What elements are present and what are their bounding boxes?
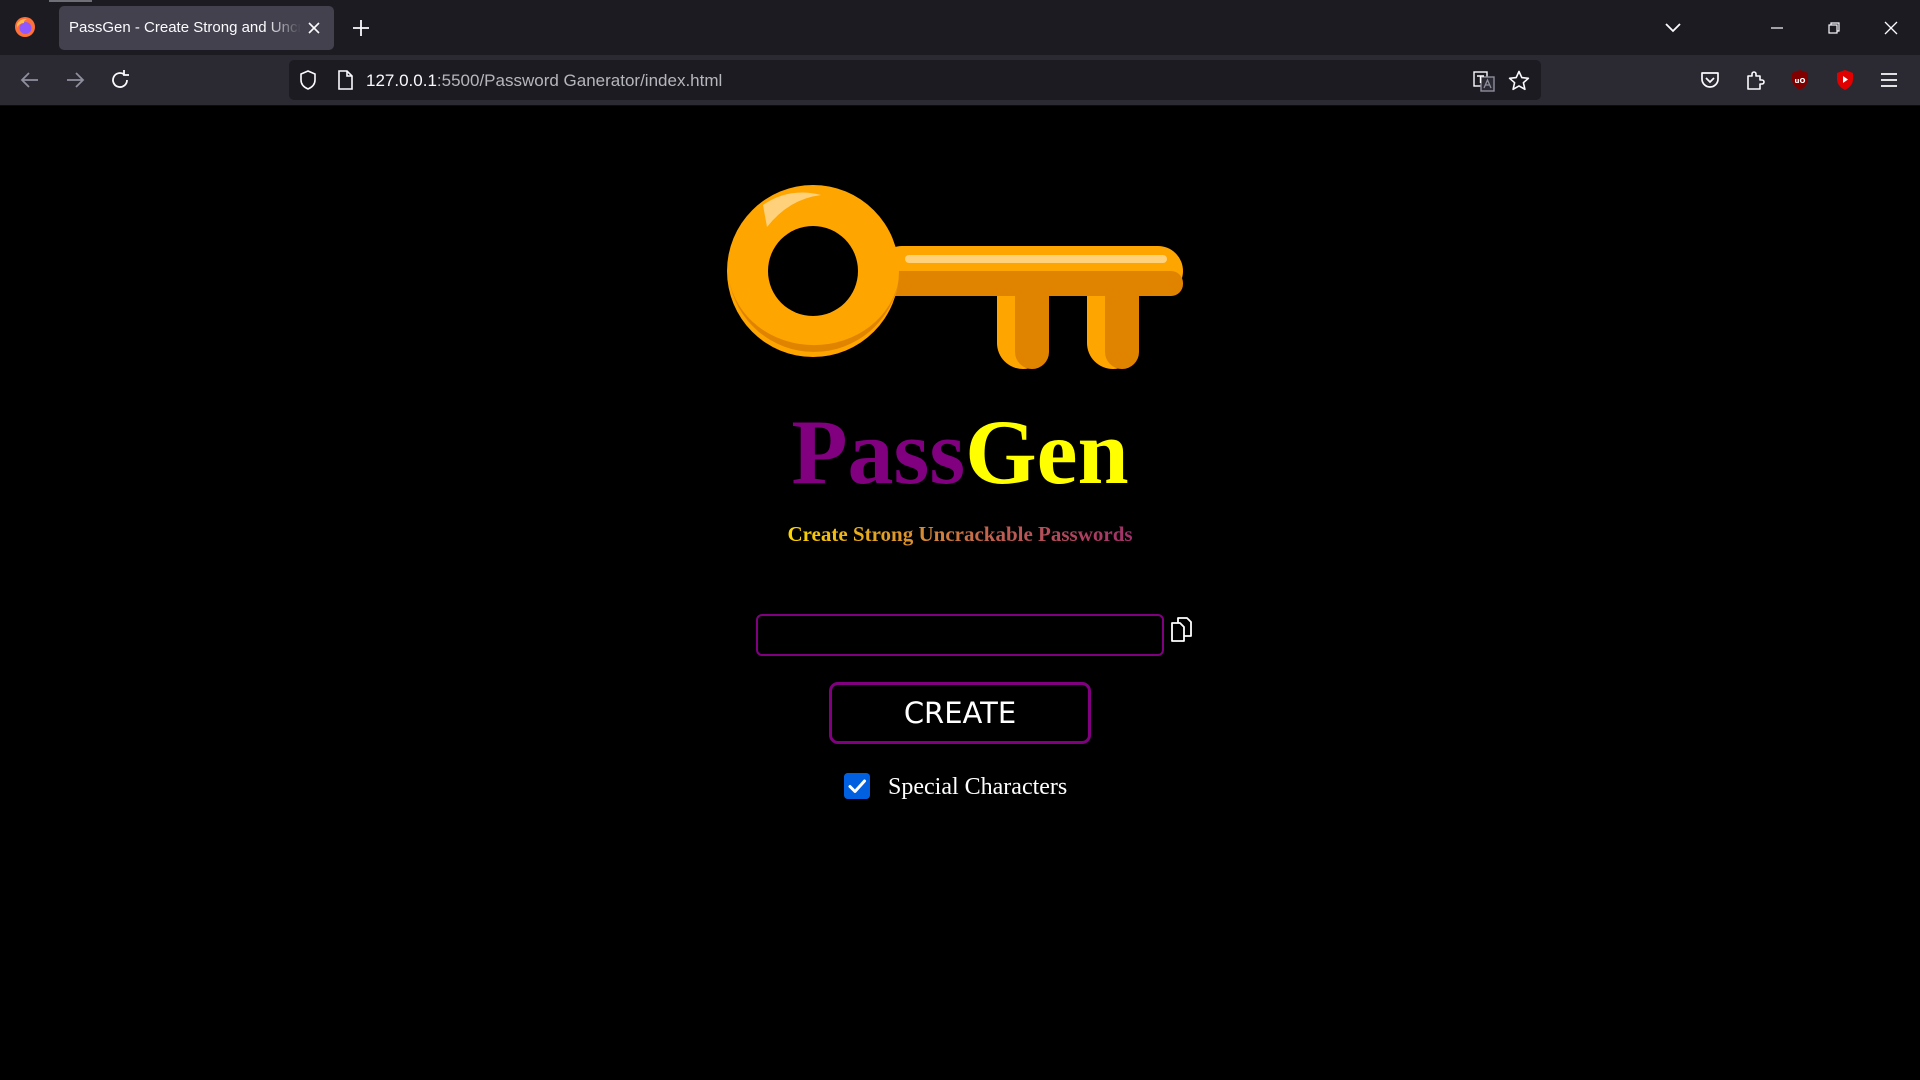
password-output-field[interactable] [756, 614, 1164, 656]
browser-nav-bar: 127.0.0.1:5500/Password Ganerator/index.… [0, 55, 1920, 106]
hamburger-menu-icon[interactable] [1877, 68, 1901, 92]
close-icon[interactable] [306, 20, 322, 36]
tagline: Create Strong Uncrackable Passwords [0, 524, 1920, 545]
svg-text:uO: uO [1795, 77, 1806, 85]
key-logo-icon [727, 185, 1183, 369]
minimize-icon[interactable] [1763, 14, 1791, 42]
copy-icon[interactable] [1169, 615, 1193, 643]
pocket-icon[interactable] [1698, 68, 1722, 92]
plus-icon[interactable] [350, 17, 372, 39]
special-characters-label[interactable]: Special Characters [888, 774, 1067, 801]
brand-part-pass: Pass [791, 401, 966, 503]
shield-icon[interactable] [297, 69, 319, 91]
firefox-logo-icon[interactable] [13, 15, 37, 39]
page-icon[interactable] [335, 69, 355, 91]
tagline-text: Create Strong Uncrackable Passwords [787, 522, 1133, 546]
extensions-icon[interactable] [1743, 68, 1767, 92]
browser-tab-bar: PassGen - Create Strong and Uncrackable … [0, 0, 1920, 55]
create-button[interactable]: CREATE [829, 682, 1091, 744]
restore-icon[interactable] [1820, 14, 1848, 42]
translate-icon[interactable] [1472, 69, 1496, 93]
special-characters-checkbox[interactable] [844, 773, 870, 799]
youtube-icon[interactable] [1833, 68, 1857, 92]
back-arrow-icon[interactable] [18, 68, 42, 92]
close-window-icon[interactable] [1877, 14, 1905, 42]
url-text[interactable]: 127.0.0.1:5500/Password Ganerator/index.… [366, 71, 722, 91]
page-content: PassGen Create Strong Uncrackable Passwo… [0, 106, 1920, 1080]
forward-arrow-icon[interactable] [63, 68, 87, 92]
url-host: 127.0.0.1 [366, 71, 437, 90]
address-bar[interactable]: 127.0.0.1:5500/Password Ganerator/index.… [289, 60, 1541, 100]
brand-title: PassGen [0, 406, 1920, 498]
ublock-icon[interactable]: uO [1788, 68, 1812, 92]
browser-tab[interactable]: PassGen - Create Strong and Uncrackable … [59, 6, 334, 50]
star-icon[interactable] [1507, 69, 1531, 93]
tab-title: PassGen - Create Strong and Uncrackable … [69, 19, 301, 36]
chevron-down-icon[interactable] [1662, 18, 1684, 38]
tab-indicator [49, 0, 92, 2]
reload-icon[interactable] [108, 68, 132, 92]
url-path: :5500/Password Ganerator/index.html [436, 71, 723, 90]
brand-part-gen: Gen [965, 401, 1129, 503]
